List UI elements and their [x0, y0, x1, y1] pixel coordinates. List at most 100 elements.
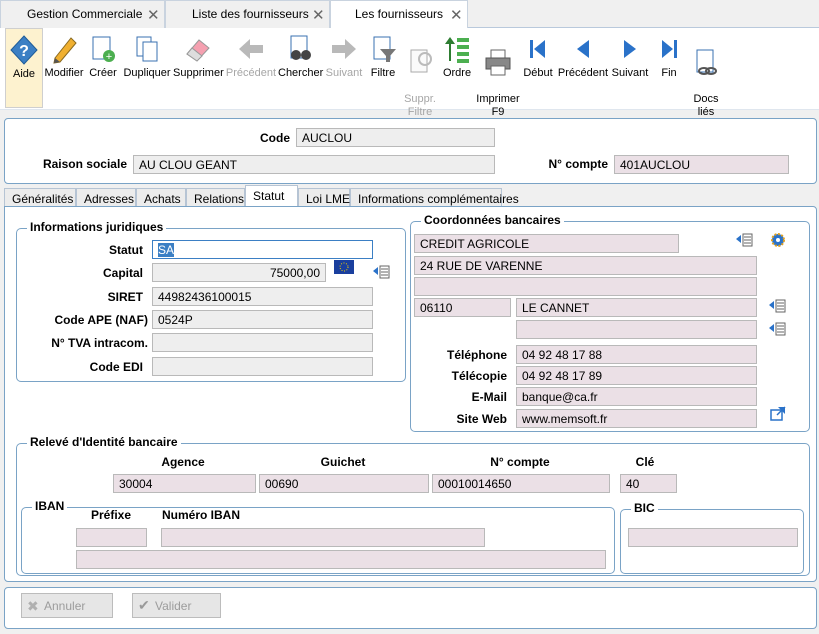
site-web-field[interactable]: www.memsoft.fr: [516, 409, 757, 428]
modifier-button[interactable]: Modifier: [44, 28, 84, 108]
group-title: Relevé d'Identité bancaire: [27, 435, 181, 449]
chercher-button[interactable]: Chercher: [278, 28, 323, 108]
code-field[interactable]: AUCLOU: [296, 128, 495, 147]
valider-button[interactable]: ✔ Valider: [132, 593, 221, 618]
compte-label: N° compte: [548, 157, 608, 171]
telecopie-field[interactable]: 04 92 48 17 89: [516, 366, 757, 385]
tab-label: Liste des fournisseurs: [192, 7, 309, 21]
email-label: E-Mail: [471, 390, 507, 404]
iban-numero-field[interactable]: [161, 528, 485, 547]
telephone-field[interactable]: 04 92 48 17 88: [516, 345, 757, 364]
capital-label: Capital: [102, 266, 143, 280]
tab-adresses[interactable]: Adresses: [76, 188, 136, 207]
group-title: Informations juridiques: [27, 220, 167, 234]
list-detail-icon[interactable]: [372, 264, 390, 280]
debut-button[interactable]: Début: [522, 28, 554, 108]
close-icon[interactable]: ✕: [450, 6, 463, 24]
tab-gestion-commerciale[interactable]: Gestion Commerciale ✕: [0, 0, 165, 28]
siret-field[interactable]: 44982436100015: [152, 287, 373, 306]
footer-panel: [4, 587, 817, 629]
code-ape-field[interactable]: 0524P: [152, 310, 373, 329]
tab-generalites[interactable]: Généralités: [4, 188, 76, 207]
ville-field[interactable]: LE CANNET: [516, 298, 757, 317]
euro-flag-icon[interactable]: [334, 260, 354, 276]
iban-prefixe-field[interactable]: [76, 528, 147, 547]
list-detail-icon[interactable]: [768, 298, 786, 314]
code-edi-field[interactable]: [152, 357, 373, 376]
code-postal-field[interactable]: 06110: [414, 298, 511, 317]
aide-button[interactable]: ? Aide: [5, 28, 43, 108]
annuler-button[interactable]: ✖ Annuler: [21, 593, 113, 618]
linked-docs-icon: [696, 49, 717, 75]
iban-full-field[interactable]: [76, 550, 606, 569]
suivant-button[interactable]: Suivant: [611, 28, 649, 108]
toolbar: ? Aide Modifier + Créer Dupliquer Suppri…: [0, 28, 819, 118]
remove-filter-icon: [410, 49, 432, 73]
cancel-x-icon: ✖: [27, 598, 39, 614]
close-icon[interactable]: ✕: [147, 6, 160, 24]
agence-label: Agence: [161, 455, 205, 469]
tva-intracom-label: N° TVA intracom.: [51, 336, 148, 350]
tab-statut[interactable]: Statut: [245, 185, 298, 208]
agence-field[interactable]: 30004: [113, 474, 256, 493]
raison-sociale-field[interactable]: AU CLOU GEANT: [133, 155, 495, 174]
email-field[interactable]: banque@ca.fr: [516, 387, 757, 406]
precedent-button[interactable]: Précédent: [557, 28, 609, 108]
group-title: BIC: [631, 501, 658, 515]
adresse-line2-field[interactable]: [414, 277, 757, 296]
statut-label: Statut: [109, 243, 143, 257]
telephone-label: Téléphone: [446, 348, 507, 362]
precedent-disabled-button[interactable]: Précédent: [225, 28, 277, 108]
arrow-right-icon: [332, 39, 356, 59]
raison-sociale-label: Raison sociale: [42, 157, 127, 171]
adresse-line1-field[interactable]: 24 RUE DE VARENNE: [414, 256, 757, 275]
tab-liste-fournisseurs[interactable]: Liste des fournisseurs ✕: [165, 0, 330, 28]
gear-icon[interactable]: [769, 232, 787, 248]
capital-field[interactable]: 75000,00: [152, 263, 326, 282]
list-detail-icon[interactable]: [735, 232, 753, 248]
site-web-label: Site Web: [456, 412, 507, 426]
fin-button[interactable]: Fin: [655, 28, 683, 108]
duplicate-icon: [136, 36, 158, 62]
new-document-icon: +: [92, 36, 115, 63]
ordre-button[interactable]: Ordre: [441, 28, 473, 108]
bic-field[interactable]: [628, 528, 798, 547]
tab-les-fournisseurs[interactable]: Les fournisseurs ✕: [330, 0, 468, 29]
tab-achats[interactable]: Achats: [136, 188, 186, 207]
numero-iban-label: Numéro IBAN: [162, 508, 241, 522]
binoculars-icon: [290, 35, 311, 60]
tab-label: Les fournisseurs: [355, 7, 444, 21]
code-ape-label: Code APE (NAF): [54, 313, 148, 327]
open-link-icon[interactable]: [769, 406, 787, 422]
guichet-label: Guichet: [320, 455, 366, 469]
list-detail-icon[interactable]: [768, 321, 786, 337]
cle-field[interactable]: 40: [620, 474, 677, 493]
filtre-button[interactable]: Filtre: [366, 28, 400, 108]
statut-field[interactable]: SA: [152, 240, 373, 259]
checkmark-icon: ✔: [138, 597, 150, 613]
ville-line2-field[interactable]: [516, 320, 757, 339]
dupliquer-button[interactable]: Dupliquer: [122, 28, 172, 108]
imprimer-button[interactable]: Imprimer F9: [475, 28, 521, 118]
previous-record-icon: [577, 40, 589, 58]
rib-compte-field[interactable]: 00010014650: [432, 474, 610, 493]
code-edi-label: Code EDI: [89, 360, 143, 374]
tab-relations[interactable]: Relations: [186, 188, 245, 207]
tva-intracom-field[interactable]: [152, 333, 373, 352]
svg-text:?: ?: [19, 43, 29, 60]
banque-name-field[interactable]: CREDIT AGRICOLE: [414, 234, 679, 253]
docs-lies-button[interactable]: Docs liés: [689, 28, 723, 118]
creer-button[interactable]: + Créer: [87, 28, 119, 108]
help-icon: ?: [10, 35, 38, 65]
cle-label: Clé: [635, 455, 655, 469]
guichet-field[interactable]: 00690: [259, 474, 429, 493]
compte-field[interactable]: 401AUCLOU: [614, 155, 789, 174]
supprimer-button[interactable]: Supprimer: [173, 28, 224, 108]
tab-loi-lme[interactable]: Loi LME: [298, 188, 350, 207]
suivant-disabled-button[interactable]: Suivant: [324, 28, 364, 108]
tab-informations-complementaires[interactable]: Informations complémentaires: [350, 188, 519, 207]
arrow-left-icon: [239, 39, 263, 59]
suppr-filtre-button[interactable]: Suppr. Filtre: [401, 28, 439, 118]
telecopie-label: Télécopie: [451, 369, 507, 383]
close-icon[interactable]: ✕: [312, 6, 325, 24]
